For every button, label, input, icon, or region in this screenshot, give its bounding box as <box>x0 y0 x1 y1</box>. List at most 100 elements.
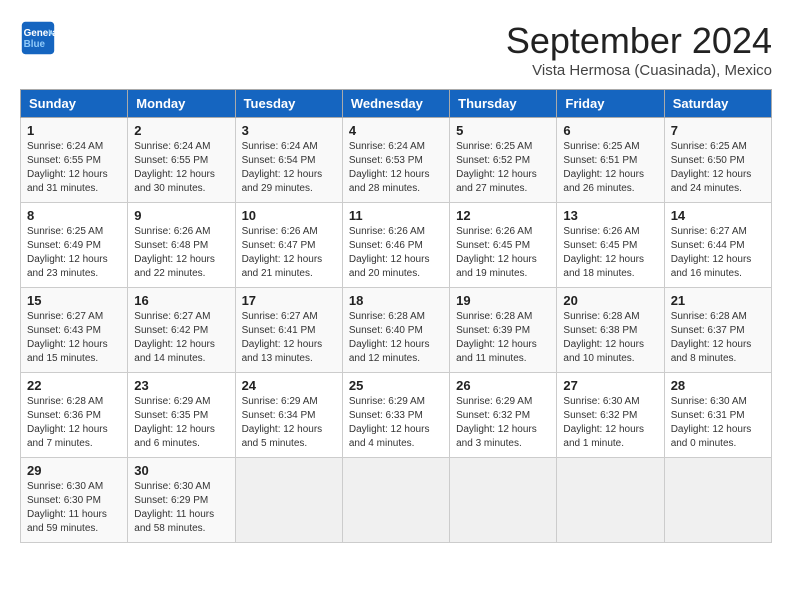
calendar-cell: 7 Sunrise: 6:25 AM Sunset: 6:50 PM Daylig… <box>664 118 771 203</box>
day-detail: Sunrise: 6:30 AM Sunset: 6:30 PM Dayligh… <box>27 480 121 536</box>
calendar-cell: 3 Sunrise: 6:24 AM Sunset: 6:54 PM Daylig… <box>235 118 342 203</box>
day-number: 21 <box>671 293 765 308</box>
calendar-cell: 24 Sunrise: 6:29 AM Sunset: 6:34 PM Dayli… <box>235 373 342 458</box>
calendar-cell: 16 Sunrise: 6:27 AM Sunset: 6:42 PM Dayli… <box>128 288 235 373</box>
calendar-cell: 21 Sunrise: 6:28 AM Sunset: 6:37 PM Dayli… <box>664 288 771 373</box>
day-number: 16 <box>134 293 228 308</box>
day-detail: Sunrise: 6:29 AM Sunset: 6:32 PM Dayligh… <box>456 395 550 451</box>
calendar-body: 1 Sunrise: 6:24 AM Sunset: 6:55 PM Daylig… <box>21 118 772 543</box>
day-number: 6 <box>563 123 657 138</box>
day-detail: Sunrise: 6:29 AM Sunset: 6:35 PM Dayligh… <box>134 395 228 451</box>
calendar-header-row: SundayMondayTuesdayWednesdayThursdayFrid… <box>21 90 772 118</box>
page-header: General Blue September 2024 Vista Hermos… <box>20 20 772 79</box>
day-detail: Sunrise: 6:25 AM Sunset: 6:49 PM Dayligh… <box>27 225 121 281</box>
calendar-cell: 5 Sunrise: 6:25 AM Sunset: 6:52 PM Daylig… <box>450 118 557 203</box>
day-number: 5 <box>456 123 550 138</box>
calendar-cell: 9 Sunrise: 6:26 AM Sunset: 6:48 PM Daylig… <box>128 203 235 288</box>
day-number: 9 <box>134 208 228 223</box>
day-number: 8 <box>27 208 121 223</box>
day-detail: Sunrise: 6:28 AM Sunset: 6:39 PM Dayligh… <box>456 310 550 366</box>
logo-icon: General Blue <box>20 20 56 56</box>
day-detail: Sunrise: 6:26 AM Sunset: 6:48 PM Dayligh… <box>134 225 228 281</box>
week-row-1: 1 Sunrise: 6:24 AM Sunset: 6:55 PM Daylig… <box>21 118 772 203</box>
calendar-cell <box>342 458 449 543</box>
day-detail: Sunrise: 6:26 AM Sunset: 6:46 PM Dayligh… <box>349 225 443 281</box>
calendar-cell <box>450 458 557 543</box>
day-detail: Sunrise: 6:29 AM Sunset: 6:33 PM Dayligh… <box>349 395 443 451</box>
calendar-cell: 19 Sunrise: 6:28 AM Sunset: 6:39 PM Dayli… <box>450 288 557 373</box>
day-detail: Sunrise: 6:27 AM Sunset: 6:43 PM Dayligh… <box>27 310 121 366</box>
calendar-cell: 29Sunrise: 6:30 AM Sunset: 6:30 PM Dayli… <box>21 458 128 543</box>
month-title: September 2024 <box>506 20 772 62</box>
day-detail: Sunrise: 6:30 AM Sunset: 6:29 PM Dayligh… <box>134 480 228 536</box>
day-detail: Sunrise: 6:28 AM Sunset: 6:37 PM Dayligh… <box>671 310 765 366</box>
day-detail: Sunrise: 6:25 AM Sunset: 6:50 PM Dayligh… <box>671 140 765 196</box>
week-row-4: 22Sunrise: 6:28 AM Sunset: 6:36 PM Dayli… <box>21 373 772 458</box>
calendar-cell: 30 Sunrise: 6:30 AM Sunset: 6:29 PM Dayli… <box>128 458 235 543</box>
col-header-thursday: Thursday <box>450 90 557 118</box>
calendar-table: SundayMondayTuesdayWednesdayThursdayFrid… <box>20 89 772 543</box>
day-detail: Sunrise: 6:24 AM Sunset: 6:54 PM Dayligh… <box>242 140 336 196</box>
calendar-cell: 4Sunrise: 6:24 AM Sunset: 6:53 PM Daylig… <box>342 118 449 203</box>
day-detail: Sunrise: 6:27 AM Sunset: 6:41 PM Dayligh… <box>242 310 336 366</box>
calendar-cell: 12Sunrise: 6:26 AM Sunset: 6:45 PM Dayli… <box>450 203 557 288</box>
day-number: 2 <box>134 123 228 138</box>
col-header-wednesday: Wednesday <box>342 90 449 118</box>
day-number: 30 <box>134 463 228 478</box>
calendar-cell: 20Sunrise: 6:28 AM Sunset: 6:38 PM Dayli… <box>557 288 664 373</box>
day-number: 27 <box>563 378 657 393</box>
calendar-cell: 17 Sunrise: 6:27 AM Sunset: 6:41 PM Dayli… <box>235 288 342 373</box>
week-row-3: 15 Sunrise: 6:27 AM Sunset: 6:43 PM Dayli… <box>21 288 772 373</box>
day-number: 23 <box>134 378 228 393</box>
day-detail: Sunrise: 6:30 AM Sunset: 6:31 PM Dayligh… <box>671 395 765 451</box>
day-number: 26 <box>456 378 550 393</box>
calendar-cell <box>235 458 342 543</box>
svg-text:Blue: Blue <box>24 39 46 50</box>
day-detail: Sunrise: 6:30 AM Sunset: 6:32 PM Dayligh… <box>563 395 657 451</box>
calendar-cell <box>664 458 771 543</box>
calendar-cell: 10Sunrise: 6:26 AM Sunset: 6:47 PM Dayli… <box>235 203 342 288</box>
day-detail: Sunrise: 6:27 AM Sunset: 6:42 PM Dayligh… <box>134 310 228 366</box>
col-header-sunday: Sunday <box>21 90 128 118</box>
week-row-5: 29Sunrise: 6:30 AM Sunset: 6:30 PM Dayli… <box>21 458 772 543</box>
day-number: 14 <box>671 208 765 223</box>
day-number: 25 <box>349 378 443 393</box>
day-number: 15 <box>27 293 121 308</box>
day-number: 1 <box>27 123 121 138</box>
day-detail: Sunrise: 6:25 AM Sunset: 6:51 PM Dayligh… <box>563 140 657 196</box>
day-detail: Sunrise: 6:26 AM Sunset: 6:47 PM Dayligh… <box>242 225 336 281</box>
col-header-saturday: Saturday <box>664 90 771 118</box>
day-number: 11 <box>349 208 443 223</box>
day-detail: Sunrise: 6:26 AM Sunset: 6:45 PM Dayligh… <box>456 225 550 281</box>
day-detail: Sunrise: 6:26 AM Sunset: 6:45 PM Dayligh… <box>563 225 657 281</box>
day-number: 7 <box>671 123 765 138</box>
calendar-cell: 23 Sunrise: 6:29 AM Sunset: 6:35 PM Dayli… <box>128 373 235 458</box>
day-detail: Sunrise: 6:24 AM Sunset: 6:55 PM Dayligh… <box>134 140 228 196</box>
col-header-monday: Monday <box>128 90 235 118</box>
day-number: 19 <box>456 293 550 308</box>
calendar-cell: 28 Sunrise: 6:30 AM Sunset: 6:31 PM Dayli… <box>664 373 771 458</box>
day-number: 22 <box>27 378 121 393</box>
title-block: September 2024 Vista Hermosa (Cuasinada)… <box>506 20 772 79</box>
calendar-cell: 14Sunrise: 6:27 AM Sunset: 6:44 PM Dayli… <box>664 203 771 288</box>
calendar-cell: 15 Sunrise: 6:27 AM Sunset: 6:43 PM Dayli… <box>21 288 128 373</box>
day-number: 3 <box>242 123 336 138</box>
day-detail: Sunrise: 6:24 AM Sunset: 6:53 PM Dayligh… <box>349 140 443 196</box>
day-number: 13 <box>563 208 657 223</box>
calendar-cell: 27 Sunrise: 6:30 AM Sunset: 6:32 PM Dayli… <box>557 373 664 458</box>
day-detail: Sunrise: 6:29 AM Sunset: 6:34 PM Dayligh… <box>242 395 336 451</box>
calendar-cell: 6 Sunrise: 6:25 AM Sunset: 6:51 PM Daylig… <box>557 118 664 203</box>
day-number: 28 <box>671 378 765 393</box>
day-number: 24 <box>242 378 336 393</box>
calendar-cell: 18Sunrise: 6:28 AM Sunset: 6:40 PM Dayli… <box>342 288 449 373</box>
day-number: 17 <box>242 293 336 308</box>
calendar-cell: 11 Sunrise: 6:26 AM Sunset: 6:46 PM Dayli… <box>342 203 449 288</box>
day-detail: Sunrise: 6:24 AM Sunset: 6:55 PM Dayligh… <box>27 140 121 196</box>
calendar-cell: 1 Sunrise: 6:24 AM Sunset: 6:55 PM Daylig… <box>21 118 128 203</box>
day-detail: Sunrise: 6:28 AM Sunset: 6:38 PM Dayligh… <box>563 310 657 366</box>
day-detail: Sunrise: 6:25 AM Sunset: 6:52 PM Dayligh… <box>456 140 550 196</box>
week-row-2: 8 Sunrise: 6:25 AM Sunset: 6:49 PM Daylig… <box>21 203 772 288</box>
calendar-cell: 8 Sunrise: 6:25 AM Sunset: 6:49 PM Daylig… <box>21 203 128 288</box>
calendar-cell: 25 Sunrise: 6:29 AM Sunset: 6:33 PM Dayli… <box>342 373 449 458</box>
col-header-friday: Friday <box>557 90 664 118</box>
